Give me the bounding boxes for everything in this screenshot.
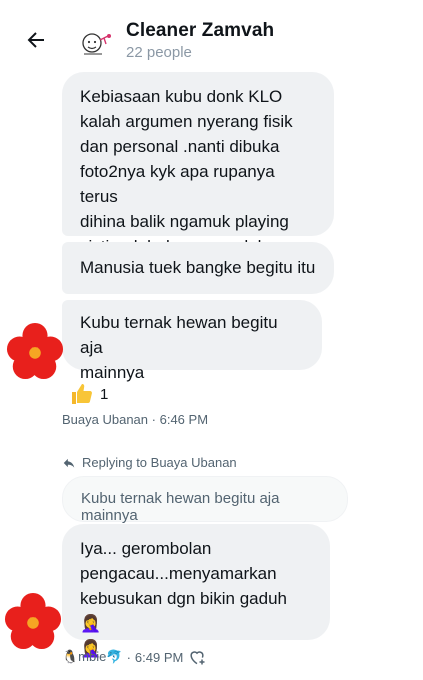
add-reaction-icon[interactable] <box>187 647 207 667</box>
group-name[interactable]: Cleaner Zamvah <box>126 20 274 42</box>
back-arrow-icon[interactable] <box>24 28 48 52</box>
reply-label: Replying to Buaya Ubanan <box>82 455 237 470</box>
reply-arrow-icon <box>63 458 75 468</box>
meta-separator: · <box>151 412 156 427</box>
sender-name[interactable]: Buaya Ubanan <box>62 412 148 427</box>
reply-context: Replying to Buaya Ubanan <box>62 455 237 470</box>
message-bubble[interactable]: Kebiasaan kubu donk KLO kalah argumen ny… <box>62 72 334 256</box>
sender-avatar-flower-icon[interactable] <box>6 322 64 380</box>
group-member-count[interactable]: 22 people <box>126 44 192 61</box>
sender-avatar-flower-icon[interactable] <box>4 592 62 650</box>
message-bubble[interactable]: Manusia tuek bangke begitu itu <box>62 242 334 294</box>
message-bubble[interactable]: Iya... gerombolan pengacau...menyamarkan… <box>62 524 330 658</box>
quoted-message[interactable]: Kubu ternak hewan begitu aja mainnya <box>62 476 348 524</box>
message-meta: Buaya Ubanan · 6:46 PM <box>62 412 208 427</box>
message-bubble[interactable]: Kubu ternak hewan begitu aja mainnya <box>62 300 322 382</box>
message-time: 6:49 PM <box>134 649 184 665</box>
meta-separator: · <box>126 649 131 665</box>
message-time: 6:46 PM <box>159 412 209 427</box>
message-meta: 🐧mbie🐬 · 6:49 PM <box>62 647 207 667</box>
reaction-count: 1 <box>100 385 109 403</box>
thumbs-up-icon <box>72 384 92 404</box>
reaction-badge[interactable]: 1 <box>70 382 108 406</box>
group-avatar-icon[interactable] <box>76 30 114 60</box>
sender-name[interactable]: 🐧mbie🐬 <box>62 649 123 665</box>
